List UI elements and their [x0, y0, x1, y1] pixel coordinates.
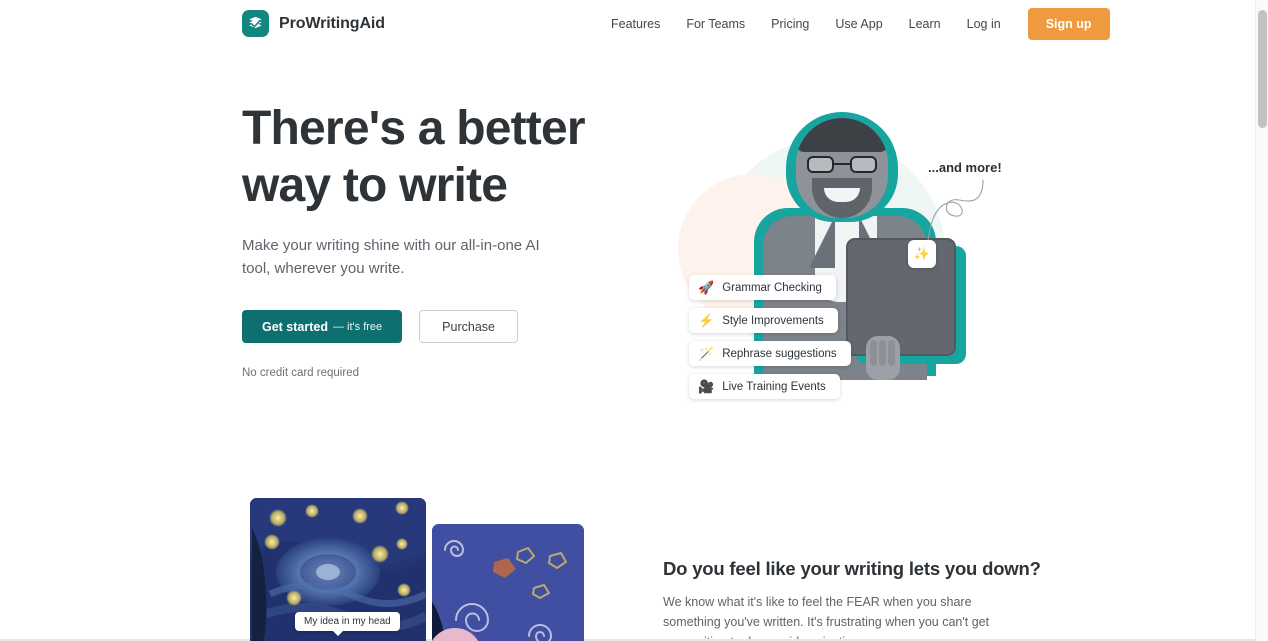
- scrollbar-down-arrow[interactable]: [1256, 633, 1268, 641]
- person-hair: [796, 118, 888, 152]
- get-started-button[interactable]: Get started — it's free: [242, 310, 403, 343]
- nav-link-log-in[interactable]: Log in: [954, 11, 1014, 37]
- hero-section: There's a better way to write Make your …: [0, 48, 1255, 458]
- sign-up-button[interactable]: Sign up: [1027, 8, 1110, 40]
- sparkles-icon: ✨: [908, 240, 936, 268]
- magic-wand-icon: 🪄: [698, 346, 715, 361]
- book-checkmark-icon: [242, 10, 269, 37]
- hero-title: There's a better way to write: [242, 100, 642, 214]
- feature-chip-style-improvements: ⚡ Style Improvements: [689, 308, 838, 333]
- glasses-icon: [807, 156, 877, 173]
- section-two-body: We know what it's like to feel the FEAR …: [663, 595, 990, 641]
- hero-copy-block: There's a better way to write Make your …: [242, 100, 642, 379]
- brand-logo-link[interactable]: ProWritingAid: [242, 10, 385, 37]
- nav-link-use-app[interactable]: Use App: [822, 11, 895, 37]
- feature-chip-list: 🚀 Grammar Checking ⚡ Style Improvements …: [689, 275, 899, 399]
- and-more-callout: ...and more!: [928, 160, 1002, 175]
- feature-chip-label: Grammar Checking: [722, 281, 822, 294]
- person-head: [796, 118, 888, 218]
- person-collar-left: [809, 216, 835, 268]
- main-navigation: Features For Teams Pricing Use App Learn…: [598, 0, 1110, 48]
- glasses-bridge: [834, 163, 850, 165]
- artwork-comparison-images: My idea in my head: [250, 498, 595, 641]
- purchase-button[interactable]: Purchase: [419, 310, 518, 343]
- nav-link-pricing[interactable]: Pricing: [758, 11, 822, 37]
- nav-link-for-teams[interactable]: For Teams: [673, 11, 758, 37]
- feature-chip-label: Rephrase suggestions: [722, 347, 837, 360]
- feature-chip-rephrase-suggestions: 🪄 Rephrase suggestions: [689, 341, 851, 366]
- glasses-lens-right: [850, 156, 877, 173]
- feature-chip-label: Live Training Events: [722, 380, 826, 393]
- no-credit-card-note: No credit card required: [242, 367, 359, 379]
- section-two-copy: Do you feel like your writing lets you d…: [663, 558, 1053, 641]
- lightning-bolt-icon: ⚡: [698, 313, 715, 328]
- page-viewport: ProWritingAid Features For Teams Pricing…: [0, 0, 1255, 641]
- browser-page: ProWritingAid Features For Teams Pricing…: [0, 0, 1268, 641]
- section-two-title: Do you feel like your writing lets you d…: [663, 558, 1041, 579]
- writing-lets-you-down-section: My idea in my head Do you feel like your…: [0, 458, 1255, 641]
- image-caption-bubble: My idea in my head: [295, 612, 400, 636]
- hero-cta-group: Get started — it's free Purchase: [242, 310, 642, 343]
- feature-chip-grammar-checking: 🚀 Grammar Checking: [689, 275, 836, 300]
- nav-link-features[interactable]: Features: [598, 11, 673, 37]
- hero-title-line-1: There's a better: [242, 102, 586, 155]
- vertical-scrollbar-thumb[interactable]: [1258, 10, 1267, 128]
- glasses-lens-left: [807, 156, 834, 173]
- hero-illustration: 🚀 Grammar Checking ⚡ Style Improvements …: [660, 100, 1020, 430]
- nav-link-learn[interactable]: Learn: [896, 11, 954, 37]
- get-started-suffix: — it's free: [333, 320, 383, 333]
- simplified-drawing-image: [432, 524, 584, 641]
- hero-subtitle: Make your writing shine with our all-in-…: [242, 237, 540, 277]
- hero-title-line-2: way to write: [242, 159, 508, 212]
- feature-chip-label: Style Improvements: [722, 314, 824, 327]
- scrollbar-up-arrow[interactable]: [1256, 0, 1268, 8]
- vertical-scrollbar-track[interactable]: [1255, 0, 1268, 641]
- video-camera-icon: 🎥: [698, 379, 715, 394]
- feature-chip-live-training-events: 🎥 Live Training Events: [689, 374, 840, 399]
- rocket-icon: 🚀: [698, 280, 715, 295]
- get-started-label: Get started: [262, 319, 328, 334]
- site-header: ProWritingAid Features For Teams Pricing…: [0, 0, 1255, 48]
- brand-name: ProWritingAid: [279, 14, 385, 32]
